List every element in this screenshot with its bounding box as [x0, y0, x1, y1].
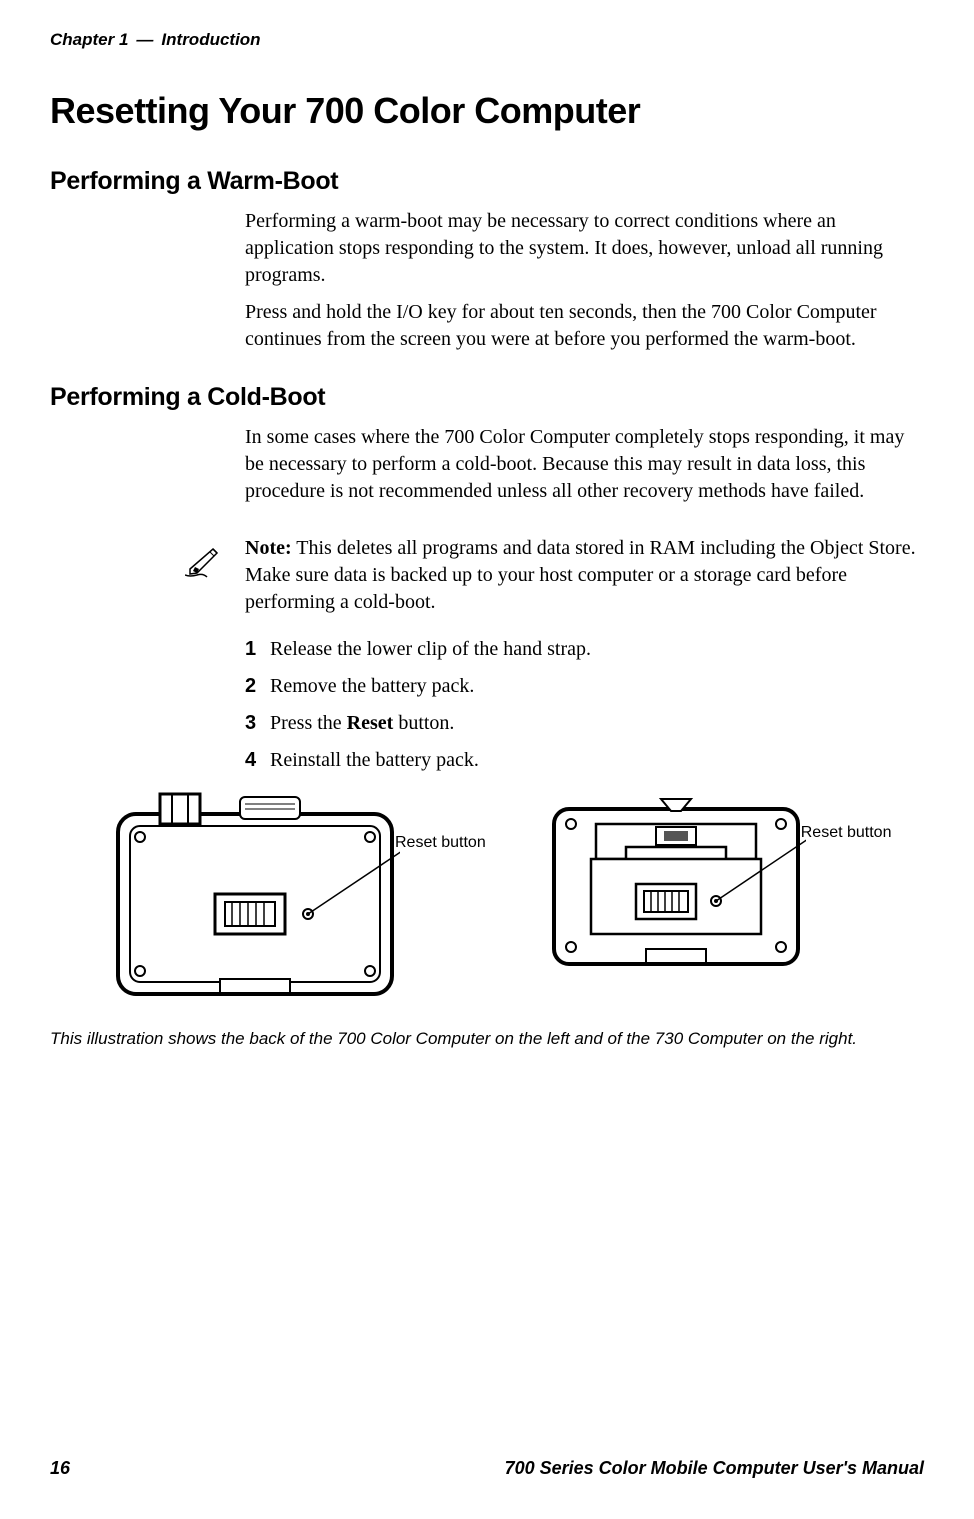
device-730-block: Reset button — [546, 789, 892, 979]
list-item: 1 Release the lower clip of the hand str… — [245, 636, 924, 663]
paragraph: Press and hold the I/O key for about ten… — [245, 299, 924, 353]
page-footer: 16 700 Series Color Mobile Computer User… — [50, 1458, 924, 1479]
page-title: Resetting Your 700 Color Computer — [50, 90, 924, 132]
list-item: 2 Remove the battery pack. — [245, 673, 924, 700]
list-number: 1 — [245, 636, 270, 663]
chapter-title: Introduction — [161, 30, 260, 50]
note-block: Note: This deletes all programs and data… — [185, 535, 924, 616]
list-item: 4 Reinstall the battery pack. — [245, 747, 924, 774]
list-text: Remove the battery pack. — [270, 673, 474, 700]
section-heading-cold: Performing a Cold-Boot — [50, 383, 924, 412]
reset-button-label: Reset button — [801, 824, 892, 842]
device-730-illustration — [546, 789, 806, 979]
footer-title: 700 Series Color Mobile Computer User's … — [505, 1458, 924, 1479]
section-body-warm: Performing a warm-boot may be necessary … — [245, 208, 924, 353]
illustration-caption: This illustration shows the back of the … — [50, 1029, 924, 1049]
paragraph: Performing a warm-boot may be necessary … — [245, 208, 924, 289]
note-icon — [185, 539, 230, 579]
reset-button-label: Reset button — [395, 834, 486, 852]
list-text: Press the Reset button. — [270, 710, 454, 737]
page-number: 16 — [50, 1458, 70, 1479]
page-header: Chapter 1 — Introduction — [50, 30, 924, 50]
list-item: 3 Press the Reset button. — [245, 710, 924, 737]
note-text: Note: This deletes all programs and data… — [245, 535, 924, 616]
paragraph: In some cases where the 700 Color Comput… — [245, 424, 924, 505]
device-700-illustration — [110, 789, 400, 1009]
list-number: 4 — [245, 747, 270, 774]
list-number: 2 — [245, 673, 270, 700]
header-separator: — — [136, 30, 153, 50]
section-body-cold: In some cases where the 700 Color Comput… — [245, 424, 924, 505]
section-heading-warm: Performing a Warm-Boot — [50, 167, 924, 196]
illustration-row: Reset button — [110, 789, 924, 1009]
list-number: 3 — [245, 710, 270, 737]
list-text: Release the lower clip of the hand strap… — [270, 636, 591, 663]
device-700-block: Reset button — [110, 789, 486, 1009]
ordered-list: 1 Release the lower clip of the hand str… — [245, 636, 924, 774]
chapter-label: Chapter 1 — [50, 30, 128, 50]
note-label: Note: — [245, 537, 292, 559]
list-text: Reinstall the battery pack. — [270, 747, 479, 774]
note-content: This deletes all programs and data store… — [245, 537, 916, 613]
